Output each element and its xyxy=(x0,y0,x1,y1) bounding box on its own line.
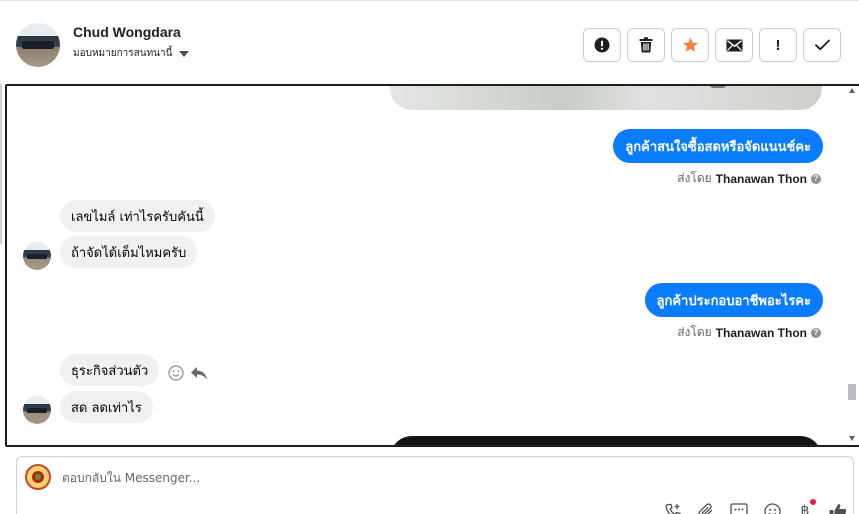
outgoing-message[interactable]: ลูกค้าประกอบอาชีพอะไรคะ xyxy=(644,283,823,317)
star-button[interactable] xyxy=(671,28,709,62)
check-icon xyxy=(814,39,830,51)
saved-reply-icon[interactable] xyxy=(728,501,750,514)
reply-input[interactable] xyxy=(62,471,622,485)
assign-label: มอบหมายการสนทนานี้ xyxy=(73,48,173,59)
sender-name: Thanawan Thon xyxy=(715,325,807,340)
mark-spam-button[interactable] xyxy=(583,28,621,62)
scroll-up-arrow-icon[interactable] xyxy=(849,88,855,93)
incoming-message[interactable]: เลขไมล์ เท่าไรครับคันนี้ xyxy=(60,200,215,232)
left-rail xyxy=(0,84,2,244)
incoming-message[interactable]: ธุระกิจส่วนตัว xyxy=(60,354,160,386)
envelope-icon xyxy=(726,39,742,51)
sent-by-info: ส่งโดย Thanawan Thon ? xyxy=(677,323,821,342)
contact-avatar[interactable] xyxy=(16,23,60,67)
sender-avatar[interactable] xyxy=(23,396,51,424)
composer-toolbar: ฿ xyxy=(662,499,849,514)
mark-done-button[interactable] xyxy=(803,28,841,62)
mark-unread-button[interactable] xyxy=(715,28,753,62)
sender-name: Thanawan Thon xyxy=(715,171,807,186)
help-icon[interactable]: ? xyxy=(811,327,821,338)
reply-arrow-icon[interactable] xyxy=(190,366,208,381)
conversation-header: Chud Wongdara มอบหมายการสนทนานี้ ! xyxy=(0,0,859,84)
message-thread[interactable]: ลูกค้าสนใจซื้อสดหรือจัดแนนช์คะ ส่งโดย Th… xyxy=(5,84,859,447)
sent-by-label: ส่งโดย xyxy=(677,325,712,339)
assign-conversation-dropdown[interactable]: มอบหมายการสนทนานี้ xyxy=(73,46,190,61)
page-avatar xyxy=(25,464,51,490)
notification-dot xyxy=(810,499,816,505)
outgoing-message[interactable]: ลูกค้าสนใจซื้อสดหรือจัดแนนช์คะ xyxy=(613,129,823,163)
image-attachment[interactable] xyxy=(390,436,822,445)
scrollbar-thumb[interactable] xyxy=(848,384,856,400)
like-icon[interactable] xyxy=(827,501,849,514)
caret-down-icon xyxy=(179,50,190,57)
image-attachment[interactable] xyxy=(390,86,822,110)
delete-button[interactable] xyxy=(627,28,665,62)
star-icon xyxy=(682,37,698,52)
trash-icon xyxy=(639,37,653,53)
emoji-icon[interactable] xyxy=(761,501,783,514)
exclamation-icon: ! xyxy=(775,36,781,54)
baht-icon[interactable]: ฿ xyxy=(794,499,816,514)
sent-by-label: ส่งโดย xyxy=(677,171,712,185)
sent-by-info: ส่งโดย Thanawan Thon ? xyxy=(677,169,821,188)
incoming-message[interactable]: สด ลดเท่าไร xyxy=(60,391,153,423)
add-call-icon[interactable] xyxy=(662,501,684,514)
message-actions xyxy=(168,365,208,381)
follow-up-button[interactable]: ! xyxy=(759,28,797,62)
alert-circle-icon xyxy=(594,37,610,53)
scroll-down-arrow-icon[interactable] xyxy=(849,436,855,441)
help-icon[interactable]: ? xyxy=(811,173,821,184)
reply-composer: ฿ xyxy=(16,456,854,514)
conversation-toolbar: ! xyxy=(583,28,841,62)
react-smiley-icon[interactable] xyxy=(168,365,184,381)
incoming-message[interactable]: ถ้าจัดได้เต็มไหมครับ xyxy=(60,236,198,268)
attachment-icon[interactable] xyxy=(695,501,717,514)
sender-avatar[interactable] xyxy=(23,242,51,270)
contact-name[interactable]: Chud Wongdara xyxy=(73,24,181,40)
